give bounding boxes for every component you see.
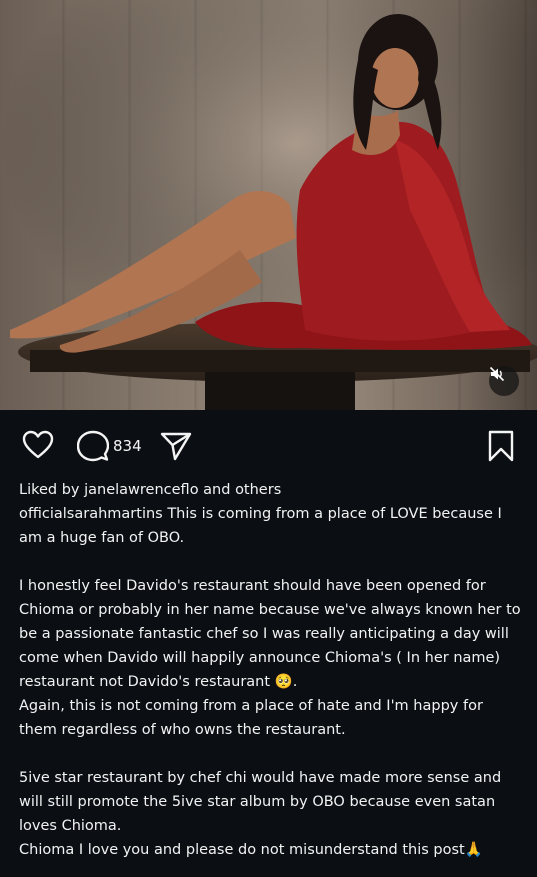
caption-paragraph: Again, this is not coming from a place o… [19, 698, 483, 738]
action-bar: 834 [0, 418, 537, 474]
comment-count: 834 [113, 437, 142, 455]
post-text: Liked by janelawrenceflo and others offi… [19, 478, 524, 862]
share-button[interactable] [160, 431, 192, 461]
like-button[interactable] [22, 430, 54, 460]
comment-button[interactable]: 834 [77, 430, 142, 462]
bookmark-icon [488, 430, 514, 462]
send-icon [160, 432, 192, 461]
caption-paragraph: I honestly feel Davido's restaurant shou… [19, 578, 521, 690]
speaker-muted-icon [489, 366, 505, 382]
mute-button[interactable] [489, 366, 519, 396]
caption-paragraph: Chioma I love you and please do not misu… [19, 842, 483, 858]
liked-by-text[interactable]: Liked by janelawrenceflo and others [19, 478, 524, 502]
instagram-post: 834 Liked by janelawrenceflo and others … [0, 0, 537, 877]
save-button[interactable] [487, 430, 515, 462]
post-media[interactable] [0, 0, 537, 410]
caption-username[interactable]: officialsarahmartins [19, 506, 163, 522]
heart-icon [22, 430, 54, 459]
post-photo [0, 0, 537, 410]
caption-paragraph: 5ive star restaurant by chef chi would h… [19, 770, 502, 834]
comment-icon [77, 430, 109, 462]
caption-first-line: officialsarahmartins This is coming from… [19, 502, 524, 550]
